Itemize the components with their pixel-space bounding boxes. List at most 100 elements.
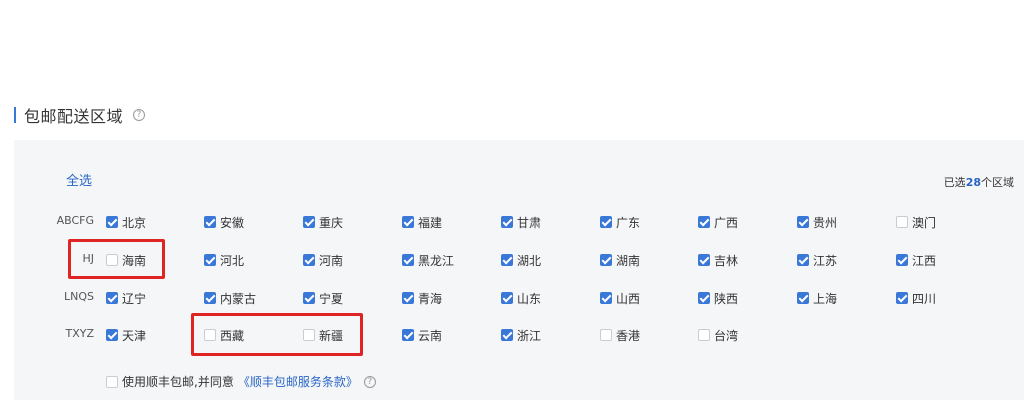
region-item[interactable]: 辽宁 [106, 290, 146, 306]
checkbox-checked[interactable] [106, 329, 118, 341]
region-label: 上海 [813, 291, 838, 306]
agreement-help-icon[interactable]: ? [363, 375, 376, 388]
region-item[interactable]: 山西 [600, 290, 640, 306]
checkbox-checked[interactable] [896, 254, 908, 266]
region-item[interactable]: 青海 [402, 290, 442, 306]
checkbox-checked[interactable] [402, 254, 414, 266]
region-item[interactable]: 澳门 [896, 214, 936, 230]
checkbox-checked[interactable] [501, 292, 513, 304]
region-item[interactable]: 浙江 [501, 327, 541, 343]
checkbox-checked[interactable] [204, 254, 216, 266]
checkbox-checked[interactable] [896, 292, 908, 304]
section-title: 包邮配送区域 [24, 107, 124, 126]
region-item[interactable]: 河南 [303, 252, 343, 268]
checkbox-checked[interactable] [797, 292, 809, 304]
region-label: 内蒙古 [220, 291, 257, 306]
checkbox-checked[interactable] [698, 216, 710, 228]
checkbox-checked[interactable] [303, 254, 315, 266]
region-item[interactable]: 四川 [896, 290, 936, 306]
region-label: 安徽 [220, 215, 245, 230]
region-label: 辽宁 [122, 291, 147, 306]
checkbox-checked[interactable] [501, 329, 513, 341]
region-item[interactable]: 北京 [106, 214, 146, 230]
checkbox-checked[interactable] [303, 292, 315, 304]
region-item[interactable]: 宁夏 [303, 290, 343, 306]
region-label: 黑龙江 [418, 253, 455, 268]
region-item[interactable]: 河北 [204, 252, 244, 268]
region-item[interactable]: 广东 [600, 214, 640, 230]
checkbox-checked[interactable] [600, 216, 612, 228]
selected-count-number: 28 [965, 176, 981, 189]
agreement-row: 使用顺丰包邮,并同意 《顺丰包邮服务条款》 ? [106, 373, 376, 390]
region-item[interactable]: 吉林 [698, 252, 738, 268]
region-label: 香港 [616, 328, 641, 343]
region-label: 湖南 [616, 253, 641, 268]
checkbox-checked[interactable] [402, 292, 414, 304]
group-label-txyz: TXYZ [65, 327, 94, 340]
region-item[interactable]: 重庆 [303, 214, 343, 230]
region-label: 台湾 [714, 328, 739, 343]
region-label: 广东 [616, 215, 641, 230]
region-label: 北京 [122, 215, 147, 230]
region-label: 四川 [912, 291, 937, 306]
checkbox-unchecked[interactable] [698, 329, 710, 341]
region-item[interactable]: 湖北 [501, 252, 541, 268]
region-label: 青海 [418, 291, 443, 306]
checkbox-unchecked[interactable] [896, 216, 908, 228]
select-all-link[interactable]: 全选 [66, 170, 92, 189]
region-item[interactable]: 黑龙江 [402, 252, 454, 268]
checkbox-checked[interactable] [600, 292, 612, 304]
region-item[interactable]: 天津 [106, 327, 146, 343]
region-label: 山东 [517, 291, 542, 306]
checkbox-checked[interactable] [204, 292, 216, 304]
agreement-checkbox[interactable] [106, 375, 118, 388]
checkbox-checked[interactable] [797, 216, 809, 228]
checkbox-checked[interactable] [797, 254, 809, 266]
checkbox-checked[interactable] [501, 254, 513, 266]
region-item[interactable]: 山东 [501, 290, 541, 306]
section-header: 包邮配送区域 ? [14, 104, 146, 126]
section-accent-bar [14, 107, 16, 123]
region-label: 福建 [418, 215, 443, 230]
region-item[interactable]: 陕西 [698, 290, 738, 306]
region-item[interactable]: 内蒙古 [204, 290, 256, 306]
region-label: 云南 [418, 328, 443, 343]
agreement-terms-link[interactable]: 《顺丰包邮服务条款》 [238, 373, 358, 390]
region-panel [14, 140, 1024, 400]
highlight-box-hj [68, 239, 165, 279]
checkbox-checked[interactable] [698, 254, 710, 266]
group-label-lnqs: LNQS [64, 290, 94, 303]
region-item[interactable]: 江西 [896, 252, 936, 268]
region-item[interactable]: 甘肃 [501, 214, 541, 230]
region-item[interactable]: 贵州 [797, 214, 837, 230]
checkbox-checked[interactable] [303, 216, 315, 228]
checkbox-checked[interactable] [600, 254, 612, 266]
checkbox-checked[interactable] [204, 216, 216, 228]
region-item[interactable]: 广西 [698, 214, 738, 230]
checkbox-checked[interactable] [402, 216, 414, 228]
region-item[interactable]: 安徽 [204, 214, 244, 230]
checkbox-checked[interactable] [402, 329, 414, 341]
checkbox-checked[interactable] [698, 292, 710, 304]
region-label: 宁夏 [319, 291, 344, 306]
checkbox-checked[interactable] [106, 216, 118, 228]
region-item[interactable]: 福建 [402, 214, 442, 230]
region-label: 重庆 [319, 215, 344, 230]
region-label: 陕西 [714, 291, 739, 306]
selected-count: 已选28个区域 [944, 174, 1014, 190]
region-item[interactable]: 江苏 [797, 252, 837, 268]
region-item[interactable]: 云南 [402, 327, 442, 343]
region-label: 广西 [714, 215, 739, 230]
agreement-text: 使用顺丰包邮,并同意 [122, 375, 234, 389]
region-label: 甘肃 [517, 215, 542, 230]
region-item[interactable]: 湖南 [600, 252, 640, 268]
region-label: 河北 [220, 253, 245, 268]
region-label: 江西 [912, 253, 937, 268]
region-item[interactable]: 上海 [797, 290, 837, 306]
region-item[interactable]: 台湾 [698, 327, 738, 343]
checkbox-checked[interactable] [501, 216, 513, 228]
help-icon[interactable]: ? [133, 109, 146, 121]
checkbox-unchecked[interactable] [600, 329, 612, 341]
region-item[interactable]: 香港 [600, 327, 640, 343]
checkbox-checked[interactable] [106, 292, 118, 304]
